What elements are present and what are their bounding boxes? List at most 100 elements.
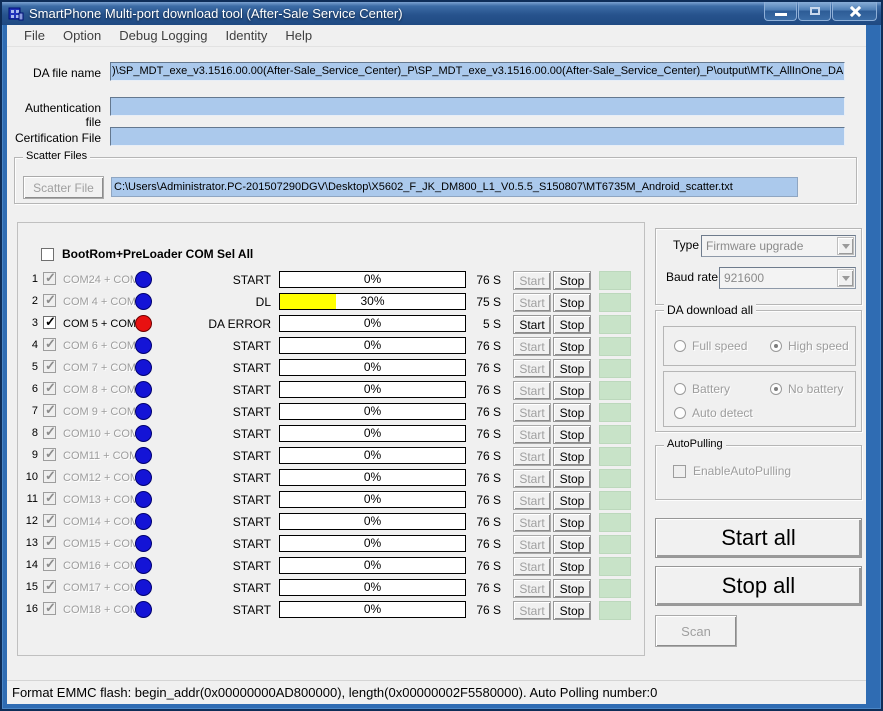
- scan-button[interactable]: Scan: [655, 615, 737, 647]
- result-box: [599, 469, 631, 488]
- start-button[interactable]: Start: [513, 359, 551, 378]
- com-port-row: 9 COM11 + COM10 START 0% 76 S Start Stop: [23, 445, 631, 467]
- progress-bar: 0%: [279, 491, 466, 508]
- start-button[interactable]: Start: [513, 469, 551, 488]
- minimize-button[interactable]: [764, 2, 797, 21]
- com-checkbox[interactable]: [43, 470, 56, 483]
- stop-button[interactable]: Stop: [553, 315, 591, 334]
- com-checkbox[interactable]: [43, 426, 56, 439]
- com-checkbox[interactable]: [43, 338, 56, 351]
- com-checkbox[interactable]: [43, 492, 56, 505]
- com-checkbox[interactable]: [43, 580, 56, 593]
- scatter-file-button[interactable]: Scatter File: [23, 176, 104, 199]
- start-button[interactable]: Start: [513, 337, 551, 356]
- da-file-field[interactable]: )\SP_MDT_exe_v3.1516.00.00(After-Sale_Se…: [110, 62, 845, 81]
- start-button[interactable]: Start: [513, 535, 551, 554]
- close-button[interactable]: [832, 2, 877, 21]
- com-checkbox[interactable]: [43, 382, 56, 395]
- result-box: [599, 425, 631, 444]
- start-button[interactable]: Start: [513, 601, 551, 620]
- status-label: START: [163, 581, 271, 595]
- auth-file-field[interactable]: [110, 97, 845, 116]
- progress-label: 0%: [280, 404, 465, 419]
- stop-button[interactable]: Stop: [553, 447, 591, 466]
- com-checkbox[interactable]: [43, 514, 56, 527]
- enable-autopulling-checkbox[interactable]: [673, 465, 686, 478]
- time-label: 76 S: [467, 405, 501, 419]
- row-number: 16: [23, 603, 38, 615]
- start-button[interactable]: Start: [513, 491, 551, 510]
- stop-button[interactable]: Stop: [553, 381, 591, 400]
- stop-button[interactable]: Stop: [553, 491, 591, 510]
- start-all-button[interactable]: Start all: [655, 518, 862, 558]
- maximize-button[interactable]: [798, 2, 831, 21]
- com-checkbox[interactable]: [43, 536, 56, 549]
- progress-label: 0%: [280, 492, 465, 507]
- type-dropdown[interactable]: Firmware upgrade: [701, 235, 856, 257]
- cert-file-field[interactable]: [110, 127, 845, 146]
- com-checkbox[interactable]: [43, 448, 56, 461]
- status-led-icon: [135, 513, 152, 530]
- stop-button[interactable]: Stop: [553, 359, 591, 378]
- start-button[interactable]: Start: [513, 579, 551, 598]
- result-box: [599, 557, 631, 576]
- time-label: 76 S: [467, 581, 501, 595]
- start-button[interactable]: Start: [513, 315, 551, 334]
- stop-button[interactable]: Stop: [553, 271, 591, 290]
- com-port-row: 5 COM 7 + COM 6 START 0% 76 S Start Stop: [23, 357, 631, 379]
- com-checkbox[interactable]: [43, 602, 56, 615]
- com-checkbox[interactable]: [43, 272, 56, 285]
- result-box: [599, 535, 631, 554]
- da-file-label: DA file name: [7, 66, 101, 80]
- type-dropdown-arrow-icon[interactable]: [837, 237, 854, 255]
- baud-value: 921600: [720, 271, 837, 285]
- scatter-path-field[interactable]: C:\Users\Administrator.PC-201507290DGV\D…: [111, 177, 798, 197]
- com-checkbox[interactable]: [43, 316, 56, 329]
- baud-dropdown[interactable]: 921600: [719, 267, 856, 289]
- stop-all-button[interactable]: Stop all: [655, 566, 862, 606]
- auto-detect-radio[interactable]: Auto detect: [674, 406, 753, 420]
- battery-radio[interactable]: Battery: [674, 382, 730, 396]
- menu-help[interactable]: Help: [276, 26, 321, 45]
- baud-dropdown-arrow-icon[interactable]: [837, 269, 854, 287]
- start-button[interactable]: Start: [513, 403, 551, 422]
- com-checkbox[interactable]: [43, 360, 56, 373]
- stop-button[interactable]: Stop: [553, 535, 591, 554]
- com-checkbox[interactable]: [43, 558, 56, 571]
- menu-file[interactable]: File: [15, 26, 54, 45]
- stop-button[interactable]: Stop: [553, 469, 591, 488]
- result-box: [599, 579, 631, 598]
- status-led-icon: [135, 403, 152, 420]
- menu-identity[interactable]: Identity: [216, 26, 276, 45]
- high-speed-radio[interactable]: High speed: [770, 339, 849, 353]
- full-speed-radio[interactable]: Full speed: [674, 339, 747, 353]
- stop-button[interactable]: Stop: [553, 557, 591, 576]
- com-checkbox[interactable]: [43, 404, 56, 417]
- stop-button[interactable]: Stop: [553, 513, 591, 532]
- start-button[interactable]: Start: [513, 271, 551, 290]
- start-button[interactable]: Start: [513, 447, 551, 466]
- stop-button[interactable]: Stop: [553, 601, 591, 620]
- com-port-row: 16 COM18 + COM17 START 0% 76 S Start Sto…: [23, 599, 631, 621]
- start-button[interactable]: Start: [513, 381, 551, 400]
- no-battery-radio[interactable]: No battery: [770, 382, 843, 396]
- status-led-icon: [135, 337, 152, 354]
- result-box: [599, 601, 631, 620]
- menu-option[interactable]: Option: [54, 26, 110, 45]
- stop-button[interactable]: Stop: [553, 337, 591, 356]
- start-button[interactable]: Start: [513, 513, 551, 532]
- stop-button[interactable]: Stop: [553, 293, 591, 312]
- start-button[interactable]: Start: [513, 557, 551, 576]
- sel-all-checkbox[interactable]: [41, 248, 54, 261]
- stop-button[interactable]: Stop: [553, 425, 591, 444]
- minimize-icon: [775, 13, 787, 16]
- stop-button[interactable]: Stop: [553, 579, 591, 598]
- progress-bar: 0%: [279, 447, 466, 464]
- status-led-icon: [135, 381, 152, 398]
- battery-subgroup: Battery No battery Auto detect: [663, 371, 856, 427]
- com-checkbox[interactable]: [43, 294, 56, 307]
- start-button[interactable]: Start: [513, 293, 551, 312]
- stop-button[interactable]: Stop: [553, 403, 591, 422]
- menu-debug-logging[interactable]: Debug Logging: [110, 26, 216, 45]
- start-button[interactable]: Start: [513, 425, 551, 444]
